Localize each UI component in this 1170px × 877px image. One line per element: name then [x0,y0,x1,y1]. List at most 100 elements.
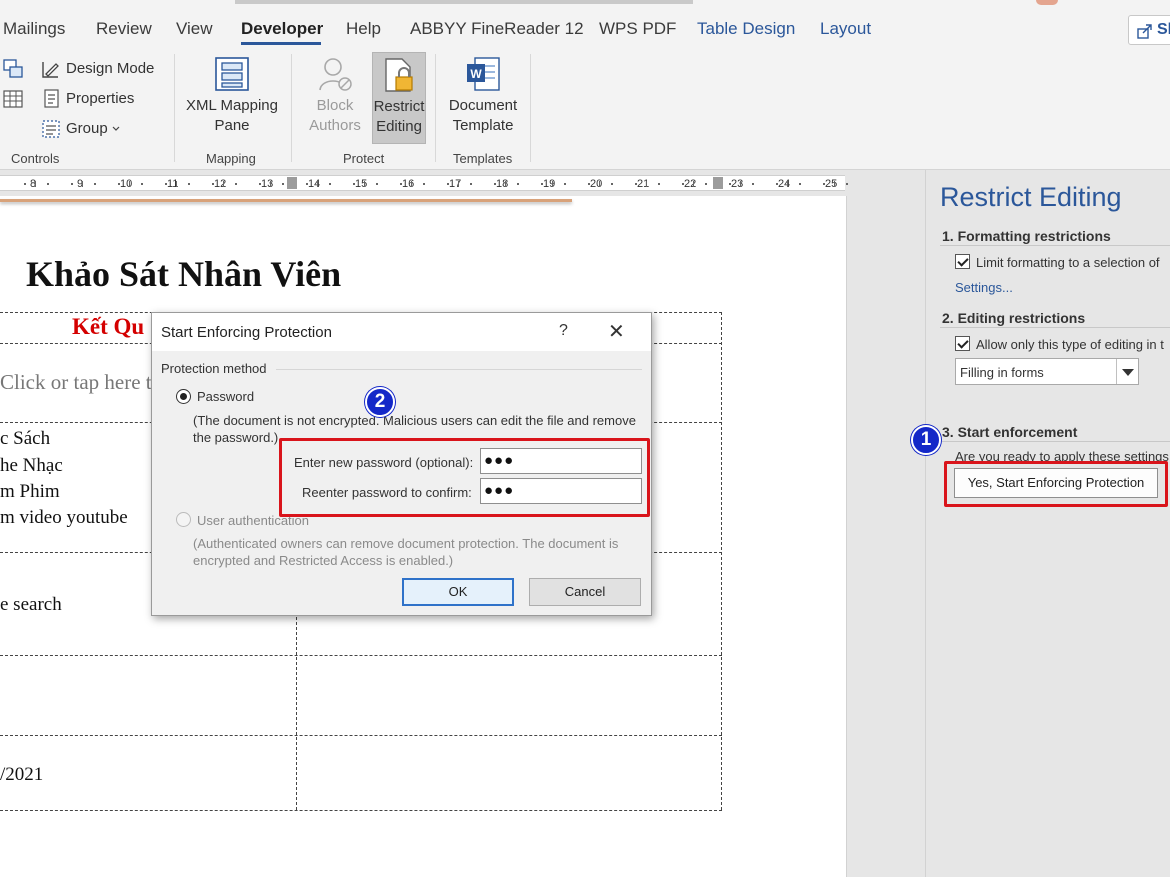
ruler-dot [141,183,143,185]
building-block-icon[interactable] [2,88,24,110]
help-button[interactable]: ? [559,322,568,340]
ruler-tick [552,181,553,187]
step-badge-2: 2 [365,387,395,417]
ruler-number: 24 [778,178,791,190]
ruler-tick [176,181,177,187]
result-heading: Kết Qu [72,314,145,339]
ruler-number: 23 [731,178,744,190]
ruler-dot [776,183,778,185]
limit-formatting-checkbox[interactable] [955,254,970,269]
ruler-dot [729,183,731,185]
document-title: Khảo Sát Nhân Viên [26,254,342,294]
step-badge-1: 1 [911,425,941,455]
tab-abbyy[interactable]: ABBYY FineReader 12 [410,19,584,39]
properties-button[interactable]: Properties [40,88,170,110]
document-template-line2: Template [452,117,514,134]
ruler-tick [740,181,741,187]
tab-view[interactable]: View [176,19,213,39]
ruler-dot [564,183,566,185]
table-cell-text: e search [0,594,62,615]
table-border [0,810,722,811]
allow-only-checkbox[interactable] [955,336,970,351]
list-item: m video youtube [0,507,128,528]
group-icon [42,120,60,138]
dropdown-arrow-icon[interactable] [1116,359,1138,384]
password-radio-label[interactable]: Password [197,389,254,404]
ruler-dot [118,183,120,185]
ruler-number: 18 [496,178,509,190]
cancel-button[interactable]: Cancel [529,578,641,606]
ruler-tick [411,181,412,187]
group-button[interactable]: Group [40,118,170,140]
xml-mapping-line1: XML Mapping [186,97,278,114]
ruler-dot [611,183,613,185]
xml-mapping-line2: Pane [214,117,250,134]
share-label: Sh [1157,21,1170,38]
share-button[interactable]: Sh [1128,15,1170,45]
ruler-dot [259,183,261,185]
title-bar-strip [235,0,693,4]
ruler-tick [223,181,224,187]
table-border [0,655,722,656]
tab-table-design[interactable]: Table Design [697,19,795,39]
restrict-editing-button[interactable]: Restrict Editing [372,52,426,144]
allow-only-label[interactable]: Allow only this type of editing in t [976,337,1164,352]
ruler-dot [541,183,543,185]
group-divider [530,54,531,162]
ribbon-tab-bar: Mailings Review View Developer Help ABBY… [0,0,1170,46]
ruler-dot [823,183,825,185]
ruler-tick [505,181,506,187]
content-control-placeholder[interactable]: Click or tap here to [0,370,162,395]
ruler-number: 25 [825,178,838,190]
enforce-button-highlight [944,461,1168,507]
document-template-line1: Document [448,97,518,114]
ruler-dot [94,183,96,185]
editing-restrictions-heading: 2. Editing restrictions [942,310,1086,326]
ok-button[interactable]: OK [402,578,514,606]
properties-icon [44,89,59,108]
tab-mailings[interactable]: Mailings [3,19,65,39]
limit-formatting-label[interactable]: Limit formatting to a selection of [976,255,1160,270]
tab-layout[interactable]: Layout [820,19,871,39]
ruler-dot [188,183,190,185]
design-mode-button[interactable]: Design Mode [40,58,170,80]
user-authentication-note: encrypted and Restricted Access is enabl… [193,553,454,568]
table-border [0,735,722,736]
ruler-margin-marker[interactable] [713,177,723,189]
document-template-button[interactable]: W Document Template [441,56,525,140]
section-divider [940,245,1170,246]
ruler-number: 16 [402,178,415,190]
legacy-tools-icon[interactable] [2,58,24,80]
ruler-number: 17 [449,178,462,190]
ruler-strip[interactable]: 8 9 10 11 12 13 14 15 16 17 18 19 20 21 … [0,175,848,191]
tab-review[interactable]: Review [96,19,152,39]
ruler-margin-marker[interactable] [287,177,297,189]
dialog-titlebar[interactable]: Start Enforcing Protection ? ✕ [152,313,651,351]
ruler-dot [212,183,214,185]
ruler-dot [306,183,308,185]
xml-mapping-pane-button[interactable]: XML Mapping Pane [181,56,283,140]
settings-link[interactable]: Settings... [955,280,1013,295]
svg-text:W: W [470,67,482,81]
ruler-dot [353,183,355,185]
ruler-dot [799,183,801,185]
controls-group-label: Controls [11,151,60,166]
editing-type-select[interactable]: Filling in forms [955,358,1139,385]
ruler-number: 22 [684,178,697,190]
restrict-editing-pane [925,170,1170,877]
ruler-tick [129,181,130,187]
pane-title: Restrict Editing [940,182,1122,212]
tab-wps-pdf[interactable]: WPS PDF [599,19,676,39]
password-radio[interactable] [176,389,191,404]
block-authors-line1: Block [316,97,354,114]
tab-developer[interactable]: Developer [241,19,323,39]
section-divider [940,441,1170,442]
user-authentication-radio[interactable] [176,512,191,527]
start-enforcement-heading: 3. Start enforcement [942,424,1078,440]
tab-help[interactable]: Help [346,19,381,39]
close-button[interactable]: ✕ [608,319,625,344]
block-authors-button[interactable]: Block Authors [299,56,371,140]
ruler-dot [635,183,637,185]
avatar[interactable] [1036,0,1058,5]
mapping-group-label: Mapping [206,151,256,166]
